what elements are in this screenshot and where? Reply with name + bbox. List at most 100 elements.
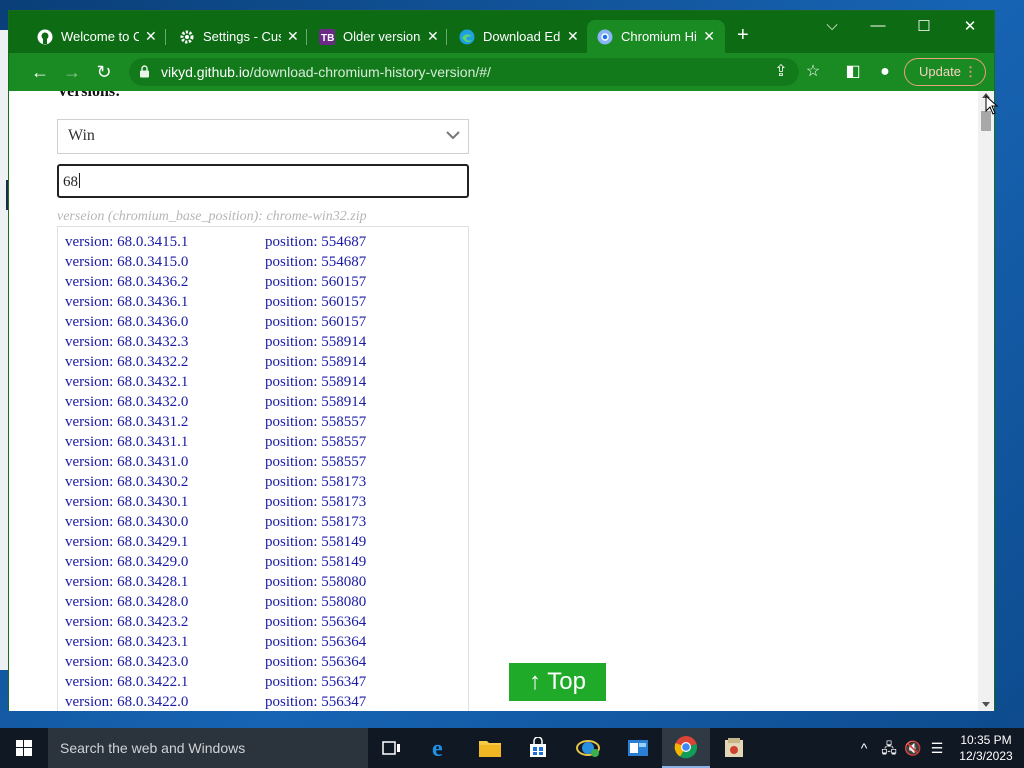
tab-search-icon[interactable]: ⌵: [809, 17, 855, 34]
network-icon[interactable]: 🖧: [878, 728, 900, 768]
result-version: version: 68.0.3432.0: [65, 394, 189, 410]
result-version: version: 68.0.3430.1: [65, 494, 189, 510]
store-icon[interactable]: [514, 728, 562, 768]
result-position: position: 556364: [265, 654, 367, 670]
result-position: position: 560157: [265, 314, 367, 330]
version-search-input[interactable]: 68: [57, 164, 469, 198]
reload-icon[interactable]: ↻: [93, 61, 115, 83]
tab-chromium-history[interactable]: Chromium His ✕: [587, 20, 725, 53]
result-version: version: 68.0.3432.2: [65, 354, 189, 370]
url-path: /download-chromium-history-version/#/: [249, 64, 491, 80]
start-button[interactable]: [0, 728, 48, 768]
svg-text:TB: TB: [321, 33, 334, 44]
result-version: version: 68.0.3415.0: [65, 254, 189, 270]
lock-icon: [140, 65, 149, 78]
taskbar-search-box[interactable]: Search the web and Windows: [48, 728, 368, 768]
maximize-button[interactable]: ☐: [901, 17, 947, 35]
result-position: position: 558149: [265, 554, 367, 570]
result-version: version: 68.0.3430.0: [65, 514, 189, 530]
result-version: version: 68.0.3422.0: [65, 694, 189, 710]
tab-title: Download Ed: [483, 29, 561, 44]
results-hint: verseion (chromium_base_position): chrom…: [57, 209, 367, 224]
close-icon[interactable]: ✕: [427, 28, 439, 45]
result-version: version: 68.0.3428.0: [65, 594, 189, 610]
result-position: position: 556364: [265, 614, 367, 630]
clock-time: 10:35 PM: [960, 733, 1012, 747]
ie-update-icon[interactable]: [564, 728, 612, 768]
taskbar-clock[interactable]: 10:35 PM 12/3/2023: [955, 732, 1017, 764]
result-version: version: 68.0.3423.1: [65, 634, 189, 650]
os-select[interactable]: Win: [57, 119, 469, 154]
chrome-icon: [597, 29, 613, 44]
file-explorer-icon[interactable]: [466, 728, 514, 768]
result-position: position: 558149: [265, 534, 367, 550]
tab-settings[interactable]: Settings - Cus ✕: [169, 20, 309, 53]
browser-window: Welcome to C ✕ Settings - Cus ✕ TB Older…: [8, 10, 995, 711]
close-icon[interactable]: ✕: [703, 28, 715, 45]
result-position: position: 560157: [265, 274, 367, 290]
result-position: position: 554687: [265, 234, 367, 250]
result-position: position: 558173: [265, 494, 367, 510]
menu-dots-icon[interactable]: ⋮: [964, 59, 977, 85]
clock-date: 12/3/2023: [959, 749, 1013, 763]
notifications-icon[interactable]: ☰: [926, 728, 948, 768]
address-bar[interactable]: vikyd.github.io/download-chromium-histor…: [129, 58, 799, 86]
chevron-up-icon[interactable]: ^: [854, 728, 874, 768]
outlook-icon[interactable]: [614, 728, 662, 768]
minimize-button[interactable]: —: [855, 17, 901, 34]
close-icon[interactable]: ✕: [287, 28, 299, 45]
task-view-icon[interactable]: [368, 728, 416, 768]
result-version: version: 68.0.3429.1: [65, 534, 189, 550]
volume-muted-icon[interactable]: 🔇: [902, 728, 924, 768]
url-text: vikyd.github.io/download-chromium-histor…: [161, 64, 491, 80]
installer-icon[interactable]: [710, 728, 758, 768]
new-tab-button[interactable]: +: [737, 25, 749, 45]
result-position: position: 558914: [265, 394, 367, 410]
update-button[interactable]: Update ⋮: [904, 58, 986, 86]
os-select-value: Win: [68, 127, 95, 144]
tab-title: Chromium His: [621, 29, 698, 44]
side-panel-icon[interactable]: ◧: [843, 62, 863, 82]
version-results-list: version: 68.0.3415.1 position: 554687 vers…: [57, 226, 469, 711]
result-position: position: 558914: [265, 374, 367, 390]
close-window-button[interactable]: ✕: [947, 17, 993, 35]
chrome-taskbar-icon[interactable]: [662, 728, 710, 768]
tab-separator: [165, 29, 166, 45]
result-position: position: 554687: [265, 254, 367, 270]
url-host: vikyd.github.io: [161, 64, 250, 80]
top-button[interactable]: ↑ Top: [509, 663, 606, 701]
search-input-value: 68: [63, 174, 78, 190]
result-version: version: 68.0.3430.2: [65, 474, 189, 490]
result-version: version: 68.0.3432.1: [65, 374, 189, 390]
result-version: version: 68.0.3428.1: [65, 574, 189, 590]
tab-download-edge[interactable]: Download Ed ✕: [449, 20, 589, 53]
back-arrow-icon[interactable]: ←: [29, 61, 51, 83]
tab-title: Welcome to C: [61, 29, 139, 44]
result-version: version: 68.0.3423.2: [65, 614, 189, 630]
tab-welcome[interactable]: Welcome to C ✕: [27, 20, 167, 53]
profile-icon[interactable]: ●: [875, 62, 895, 82]
share-icon[interactable]: ⇪: [771, 62, 791, 82]
tab-older-versions[interactable]: TB Older versions ✕: [309, 20, 449, 53]
close-icon[interactable]: ✕: [145, 28, 157, 45]
result-position: position: 556347: [265, 694, 367, 710]
bookmark-star-icon[interactable]: ☆: [803, 62, 823, 82]
tab-separator: [306, 29, 307, 45]
text-caret: [79, 173, 80, 188]
scroll-down-arrow-icon[interactable]: [982, 702, 990, 707]
close-icon[interactable]: ✕: [567, 28, 579, 45]
page-scrollbar[interactable]: [978, 91, 994, 711]
github-icon: [37, 29, 53, 44]
taskbar: Search the web and Windows e ^ 🖧 🔇 ☰ 10:…: [0, 728, 1024, 768]
result-version: version: 68.0.3415.1: [65, 234, 189, 250]
update-label: Update: [919, 64, 961, 79]
page-viewport: Versions: Win 68 verseion (chromium_base…: [9, 91, 978, 711]
result-position: position: 558557: [265, 454, 367, 470]
result-position: position: 558557: [265, 414, 367, 430]
result-version: version: 68.0.3436.0: [65, 314, 189, 330]
result-version: version: 68.0.3423.0: [65, 654, 189, 670]
forward-arrow-icon[interactable]: →: [61, 61, 83, 83]
tab-title: Older versions: [343, 29, 421, 44]
edge-legacy-icon[interactable]: e: [418, 728, 466, 768]
chevron-down-icon: [446, 131, 460, 140]
